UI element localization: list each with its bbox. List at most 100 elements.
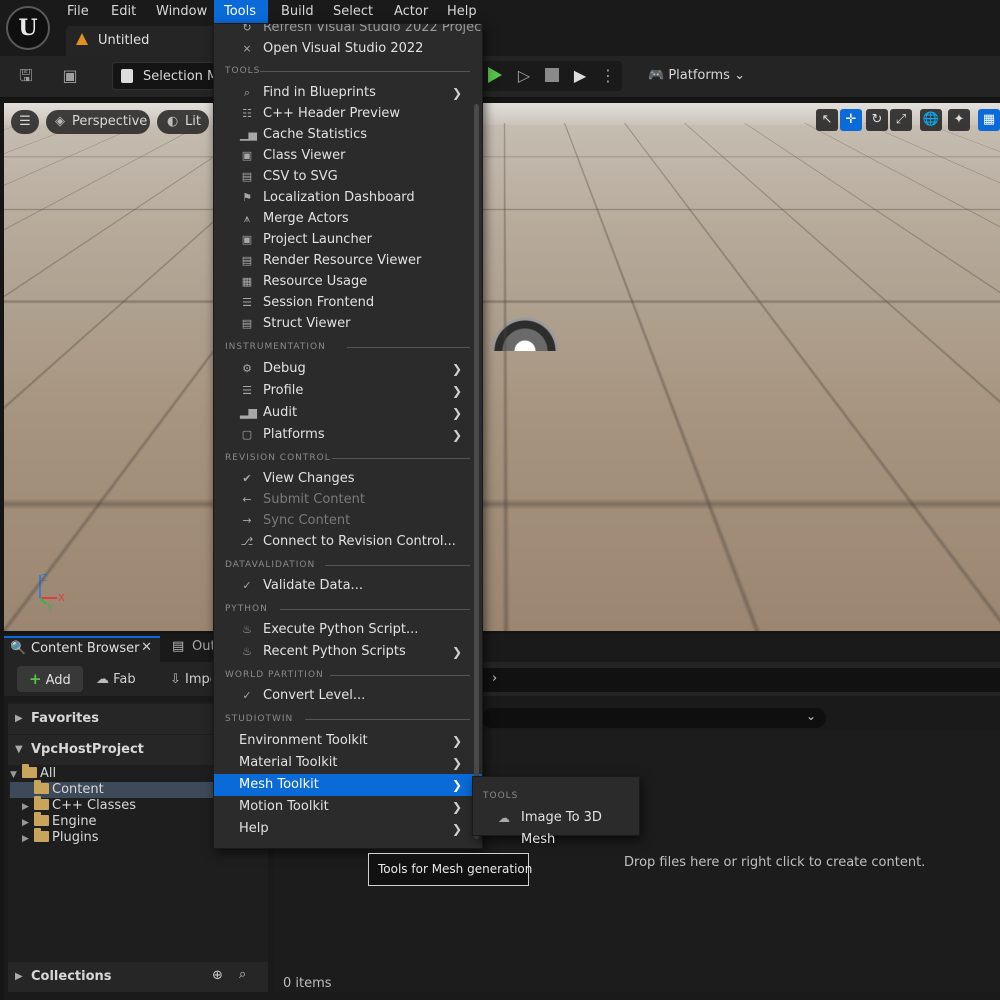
menu-item-project-launcher[interactable]: ▣ Project Launcher: [214, 229, 482, 251]
refresh-icon: ↻: [242, 23, 252, 34]
project-label: VpcHostProject: [31, 742, 144, 757]
viewport-menu-icon[interactable]: ☰: [11, 110, 39, 134]
convert-icon: ✓: [242, 689, 252, 702]
menu-item-merge-actors[interactable]: ⩚ Merge Actors: [214, 208, 482, 230]
menu-item-help[interactable]: Help ❯: [214, 818, 482, 840]
menu-item-convert-level[interactable]: ✓ Convert Level...: [214, 685, 482, 707]
outliner-tab[interactable]: ▤ Outliner: [166, 636, 216, 662]
content-browse-icon[interactable]: ▣: [60, 66, 80, 86]
add-button[interactable]: + Add: [17, 666, 83, 692]
lit-sphere-icon: ◐: [167, 114, 179, 129]
menu-edit[interactable]: Edit: [101, 0, 146, 23]
close-icon[interactable]: ✕: [141, 640, 152, 655]
menu-scrollbar[interactable]: [474, 104, 479, 839]
chevron-right-icon: ❯: [451, 428, 462, 442]
menu-item-environment-toolkit[interactable]: Environment Toolkit ❯: [214, 730, 482, 752]
menu-item-recent-python[interactable]: ♨ Recent Python Scripts ❯: [214, 641, 482, 663]
menu-item-debug[interactable]: ⚙ Debug ❯: [214, 358, 482, 380]
collapse-arrow-icon: ▼: [10, 770, 17, 780]
menu-item-find-in-blueprints[interactable]: ⌕ Find in Blueprints ❯: [214, 82, 482, 104]
unreal-logo-icon[interactable]: U: [6, 6, 50, 50]
menu-item-motion-toolkit[interactable]: Motion Toolkit ❯: [214, 796, 482, 818]
collections-header[interactable]: ▶ Collections: [8, 962, 268, 992]
import-button[interactable]: ⇩ Import: [170, 672, 211, 687]
menu-item-profile[interactable]: ☰ Profile ❯: [214, 380, 482, 402]
selection-mode-icon: [121, 69, 133, 83]
tree-item-label: Engine: [52, 814, 97, 829]
menu-item-refresh-vs[interactable]: ↻ Refresh Visual Studio 2022 Project: [214, 23, 482, 39]
more-options-icon[interactable]: ⋮: [598, 66, 618, 86]
import-label: Import: [185, 672, 211, 687]
menu-item-validate-data[interactable]: ✓ Validate Data...: [214, 575, 482, 597]
menu-tools[interactable]: Tools: [214, 0, 268, 23]
menu-item-image-to-3d-mesh[interactable]: ☁ Image To 3D Mesh: [473, 807, 639, 847]
menu-item-class-viewer[interactable]: ▣ Class Viewer: [214, 145, 482, 167]
tree-item-plugins[interactable]: ▶ Plugins: [10, 828, 99, 846]
world-space-icon[interactable]: 🌐: [920, 109, 942, 131]
menu-item-execute-python[interactable]: ♨ Execute Python Script...: [214, 619, 482, 641]
menu-item-struct-viewer[interactable]: ▤ Struct Viewer: [214, 313, 482, 335]
menu-item-connect-revision-control[interactable]: ⎇ Connect to Revision Control...: [214, 531, 482, 553]
menu-select[interactable]: Select: [323, 0, 383, 23]
translate-tool-icon[interactable]: ✛: [840, 109, 862, 131]
menu-window[interactable]: Window: [146, 0, 217, 23]
grid-snap-icon[interactable]: ▦: [978, 109, 1000, 131]
tree-item-label: All: [40, 766, 57, 781]
tree-item-engine[interactable]: ▶ Engine: [10, 812, 97, 830]
filter-dropdown[interactable]: ⌄: [482, 708, 826, 728]
stop-icon[interactable]: [545, 68, 559, 82]
perspective-button[interactable]: ◈ Perspective: [46, 110, 150, 134]
play-icon[interactable]: [488, 67, 502, 83]
folder-icon: [34, 780, 49, 794]
menu-item-view-changes[interactable]: ✔ View Changes: [214, 468, 482, 490]
menu-item-cpp-header-preview[interactable]: ☷ C++ Header Preview: [214, 103, 482, 125]
path-breadcrumb[interactable]: ›: [482, 668, 1000, 692]
section-instrumentation: INSTRUMENTATION: [225, 340, 470, 354]
flag-icon: ⚑: [242, 191, 252, 204]
section-datavalidation: DATAVALIDATION: [225, 558, 470, 572]
step-icon[interactable]: ▷: [514, 66, 534, 86]
menu-actor[interactable]: Actor: [384, 0, 438, 23]
search-icon[interactable]: ⌕: [239, 967, 246, 982]
csv-icon: ▤: [241, 170, 253, 183]
eject-icon[interactable]: ▶: [570, 66, 590, 86]
menu-item-audit[interactable]: ▂▆ Audit ❯: [214, 402, 482, 424]
menu-item-submit-content: ← Submit Content: [214, 489, 482, 511]
tree-item-label: C++ Classes: [52, 798, 136, 813]
menu-item-material-toolkit[interactable]: Material Toolkit ❯: [214, 752, 482, 774]
arrow-left-icon: ←: [242, 493, 252, 506]
menu-item-csv-to-svg[interactable]: ▤ CSV to SVG: [214, 166, 482, 188]
menu-item-render-resource-viewer[interactable]: ▤ Render Resource Viewer: [214, 250, 482, 272]
menu-item-session-frontend[interactable]: ☰ Session Frontend: [214, 292, 482, 314]
chevron-right-icon: ❯: [451, 822, 462, 836]
selection-mode-dropdown[interactable]: Selection Mode: [112, 62, 222, 90]
menu-build[interactable]: Build: [271, 0, 324, 23]
level-viewport[interactable]: ☰ ◈ Perspective ◐ Lit ↖ ✛ ↻ ⤢ 🌐 ✦ ▦ Z X …: [4, 103, 1000, 631]
menu-item-localization-dashboard[interactable]: ⚑ Localization Dashboard: [214, 187, 482, 209]
fab-button[interactable]: ☁ Fab: [96, 672, 136, 687]
level-tab[interactable]: Untitled: [66, 26, 216, 56]
menu-item-mesh-toolkit[interactable]: Mesh Toolkit ❯: [214, 774, 482, 796]
menu-item-resource-usage[interactable]: ▦ Resource Usage: [214, 271, 482, 293]
tools-menu: ↻ Refresh Visual Studio 2022 Project ⨯ Ope…: [213, 23, 483, 849]
rotate-tool-icon[interactable]: ↻: [866, 109, 888, 131]
launcher-icon: ▣: [241, 233, 253, 246]
struct-icon: ▤: [241, 317, 253, 330]
save-icon[interactable]: 🖫: [16, 66, 36, 86]
platforms-button[interactable]: 🎮 Platforms ⌄: [648, 64, 745, 88]
menu-item-open-vs[interactable]: ⨯ Open Visual Studio 2022: [214, 38, 482, 60]
surface-snap-icon[interactable]: ✦: [948, 109, 970, 131]
content-browser-tab[interactable]: 🔍 Content Browser ✕: [4, 636, 160, 662]
cube-icon: ◈: [55, 114, 65, 129]
scale-tool-icon[interactable]: ⤢: [890, 109, 912, 131]
menu-help[interactable]: Help: [437, 0, 487, 23]
menu-item-platforms[interactable]: ▢ Platforms ❯: [214, 424, 482, 446]
menu-item-cache-statistics[interactable]: ▁▅ Cache Statistics: [214, 124, 482, 146]
lit-label: Lit: [185, 114, 201, 129]
tree-item-cpp-classes[interactable]: ▶ C++ Classes: [10, 796, 136, 814]
add-collection-icon[interactable]: ⊕: [212, 968, 223, 983]
menu-file[interactable]: File: [57, 0, 99, 23]
svg-text:X: X: [58, 593, 65, 604]
select-tool-icon[interactable]: ↖: [816, 109, 838, 131]
lit-button[interactable]: ◐ Lit: [157, 110, 209, 134]
